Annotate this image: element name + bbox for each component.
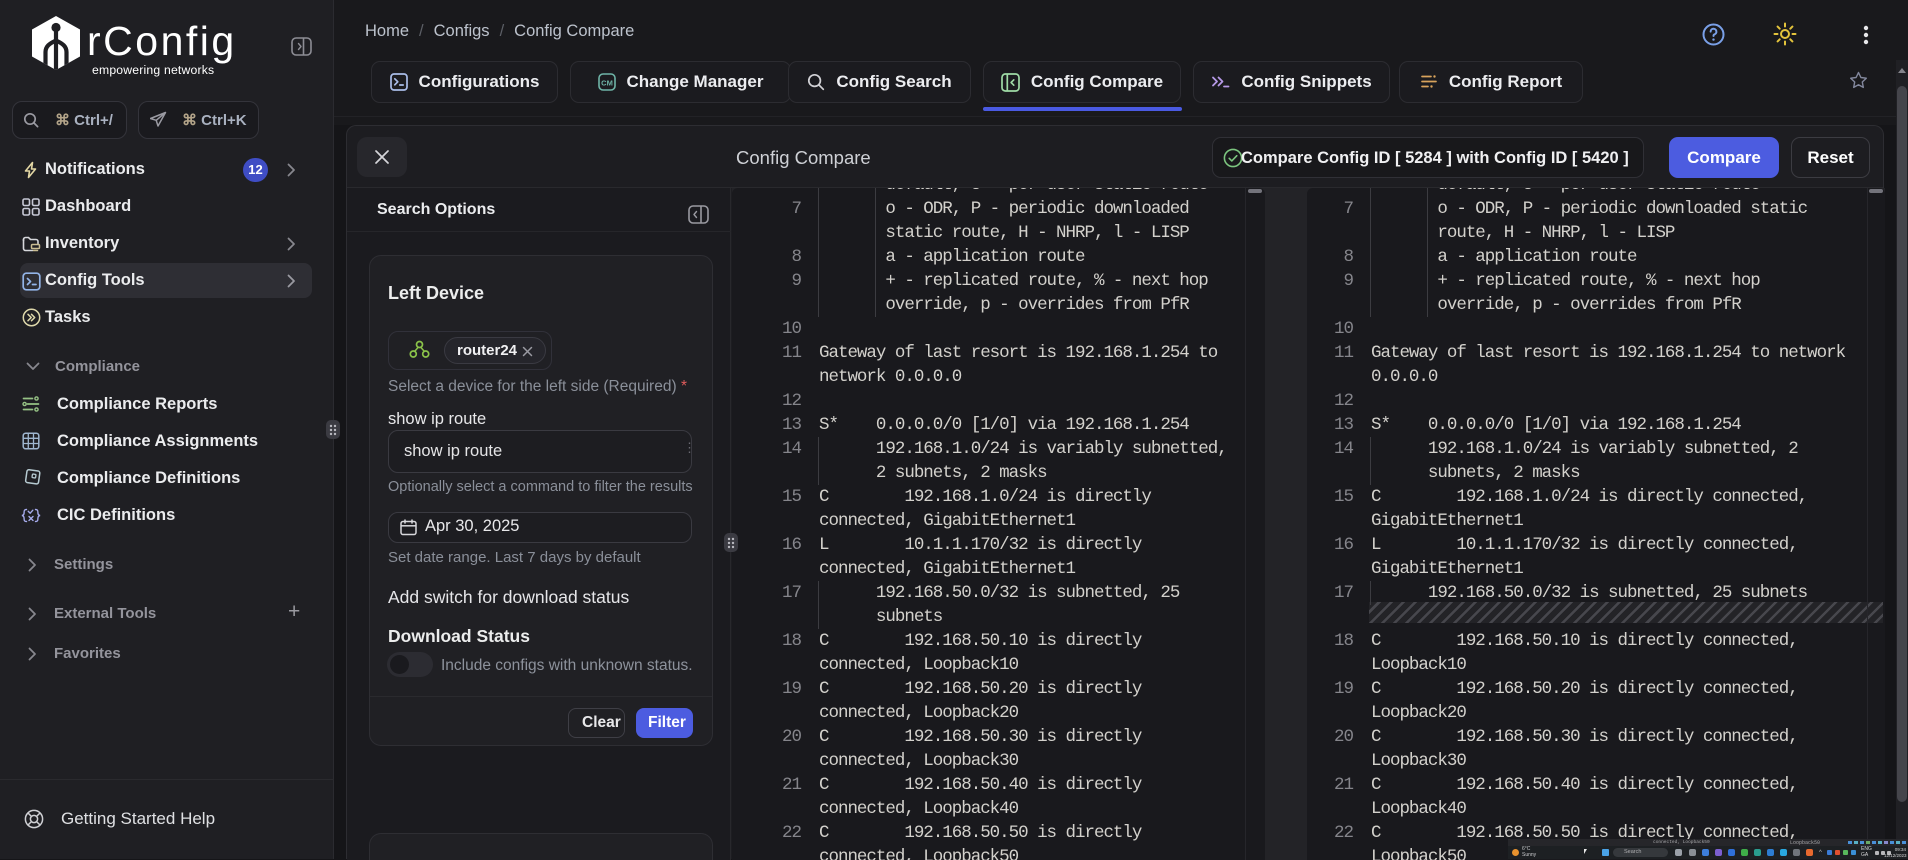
svg-text:CM: CM (601, 78, 613, 87)
